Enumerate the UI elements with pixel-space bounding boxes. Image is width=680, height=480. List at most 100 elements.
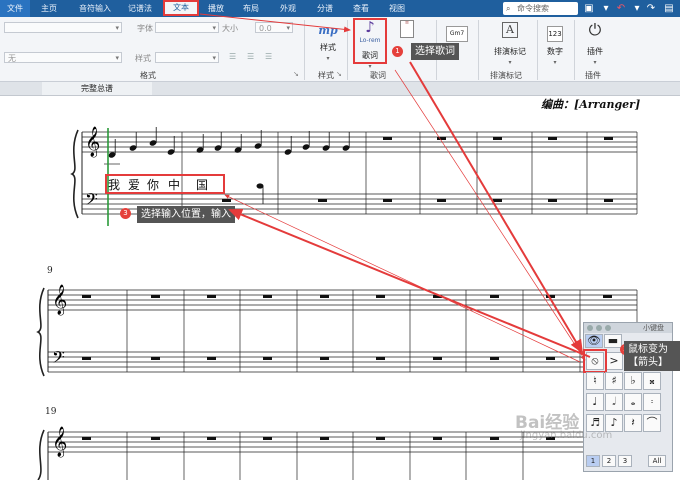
keypad-tie-key[interactable]: ⌒ xyxy=(643,414,661,432)
callout-select-lyrics: 选择歌词 xyxy=(411,43,459,60)
font-dropdown[interactable]: ▾ xyxy=(155,22,219,33)
whole-rest xyxy=(437,137,446,140)
whole-rest xyxy=(548,137,557,140)
lyrics-group-label: 歌词 xyxy=(370,71,386,80)
keypad-dot-key[interactable]: 𝄈 xyxy=(643,393,661,411)
keypad-whole-note-key[interactable]: 𝅝 xyxy=(624,393,642,411)
plugins-button[interactable]: ⏻ 插件 ▾ xyxy=(582,20,608,67)
whole-rest xyxy=(151,437,160,440)
size-label: 大小 xyxy=(222,24,238,33)
tab-layout[interactable]: 布局 xyxy=(238,0,264,17)
keypad-double-sharp-key[interactable]: 𝄪 xyxy=(643,372,661,390)
measure-number: 9 xyxy=(47,266,53,276)
note-head xyxy=(256,183,264,189)
redo-icon[interactable]: ↷ xyxy=(644,2,658,15)
whole-rest xyxy=(546,357,555,360)
whole-rest xyxy=(320,357,329,360)
whole-rest xyxy=(490,437,499,440)
align-right-icon[interactable]: ☰ xyxy=(265,52,272,61)
tab-note-input[interactable]: 音符输入 xyxy=(74,0,116,17)
tab-notations[interactable]: 记谱法 xyxy=(124,0,156,17)
keypad-flat-key[interactable]: ♭ xyxy=(624,372,642,390)
align-left-icon[interactable]: ☰ xyxy=(229,52,236,61)
tab-full-score[interactable]: 完整总谱 xyxy=(42,82,152,95)
view-tab-bar: 完整总谱 xyxy=(0,82,680,96)
tab-home[interactable]: 主页 xyxy=(36,0,62,17)
divider xyxy=(347,20,348,80)
keypad-view-icon[interactable]: 👁 xyxy=(585,334,603,348)
command-search-input[interactable]: ⌕ 命令搜索 xyxy=(503,2,578,15)
keypad-layout-all[interactable]: All xyxy=(648,455,666,467)
whole-rest xyxy=(207,295,216,298)
tab-appearance[interactable]: 外观 xyxy=(275,0,301,17)
none-dropdown[interactable]: 无 ▾ xyxy=(4,52,122,63)
styles-button[interactable]: mp 样式 ▾ xyxy=(313,24,343,62)
search-icon: ⌕ xyxy=(506,4,511,13)
dropdown-icon[interactable]: ▾ xyxy=(599,2,613,15)
save-icon[interactable]: ▣ xyxy=(582,2,596,15)
minimize-icon[interactable] xyxy=(596,325,602,331)
keypad-quarter-note-key[interactable]: ♩ xyxy=(586,393,604,411)
whole-rest xyxy=(490,295,499,298)
style-label: 样式 xyxy=(135,54,151,63)
style-dropdown[interactable]: ▾ xyxy=(155,52,219,63)
whole-rest xyxy=(222,199,231,202)
divider xyxy=(574,20,575,80)
divider xyxy=(304,20,305,80)
keypad-accent-key[interactable]: > xyxy=(605,352,623,370)
keypad-layout-3[interactable]: 3 xyxy=(618,455,632,467)
brace xyxy=(37,429,45,480)
tab-play[interactable]: 播放 xyxy=(204,0,228,17)
text-document-button[interactable]: ≡ xyxy=(397,20,417,40)
highlight-lyrics-input xyxy=(105,174,225,194)
bass-clef: 𝄢 xyxy=(52,347,65,371)
whole-rest xyxy=(376,437,385,440)
highlight-lyrics-button xyxy=(353,18,387,64)
treble-clef: 𝄞 xyxy=(52,284,67,316)
step-badge: 3 xyxy=(120,208,131,219)
tab-file[interactable]: 文件 xyxy=(0,0,30,17)
whole-rest xyxy=(82,295,91,298)
plug-icon: ⏻ xyxy=(588,20,602,39)
align-center-icon[interactable]: ☰ xyxy=(247,52,254,61)
close-icon[interactable] xyxy=(587,325,593,331)
brace xyxy=(70,129,79,219)
treble-clef: 𝄞 xyxy=(52,426,67,458)
whole-rest xyxy=(493,199,502,202)
whole-rest xyxy=(207,437,216,440)
number-button[interactable]: 123 数字 ▾ xyxy=(542,26,568,66)
styles-launcher-icon[interactable]: ↘ xyxy=(336,70,342,78)
undo-icon[interactable]: ↶ xyxy=(614,2,628,15)
callout-cursor-arrow: 鼠标变为 【箭头】 xyxy=(624,341,680,371)
maximize-icon[interactable] xyxy=(605,325,611,331)
tab-review[interactable]: 查看 xyxy=(348,0,374,17)
dropdown-icon[interactable]: ▾ xyxy=(630,2,644,15)
number-icon: 123 xyxy=(547,26,563,42)
highlight-arrow-key xyxy=(583,349,607,373)
tab-text[interactable]: 文本 xyxy=(163,0,199,16)
help-icon[interactable]: ▤ xyxy=(662,2,676,15)
keypad-rest-key[interactable]: 𝄽 xyxy=(624,414,642,432)
whole-rest xyxy=(437,199,446,202)
measure-number: 19 xyxy=(45,407,57,417)
format-launcher-icon[interactable]: ↘ xyxy=(293,70,299,78)
whole-rest xyxy=(82,357,91,360)
arranger-text[interactable]: 编曲：[Arranger] xyxy=(541,96,640,112)
whole-rest xyxy=(376,295,385,298)
chord-symbol-button[interactable]: Gm7 xyxy=(445,26,469,44)
whole-rest xyxy=(82,437,91,440)
keypad-sharp-key[interactable]: ♯ xyxy=(605,372,623,390)
tab-view[interactable]: 视图 xyxy=(384,0,410,17)
keypad-layout-icon[interactable]: ▬ xyxy=(604,334,622,348)
whole-rest xyxy=(493,137,502,140)
keypad-natural-key[interactable]: ♮ xyxy=(586,372,604,390)
size-field[interactable]: 0.0 ▾ xyxy=(255,22,293,33)
keypad-layout-2[interactable]: 2 xyxy=(602,455,616,467)
rehearsal-mark-button[interactable]: A 排演标记 ▾ xyxy=(488,22,532,66)
keypad-layout-1[interactable]: 1 xyxy=(586,455,600,467)
plugins-group-label: 插件 xyxy=(585,71,601,80)
tab-parts[interactable]: 分谱 xyxy=(312,0,338,17)
keypad-half-note-key[interactable]: 𝅗𝅥 xyxy=(605,393,623,411)
format-group-label: 格式 xyxy=(140,71,156,80)
text-style-dropdown[interactable]: ▾ xyxy=(4,22,122,33)
